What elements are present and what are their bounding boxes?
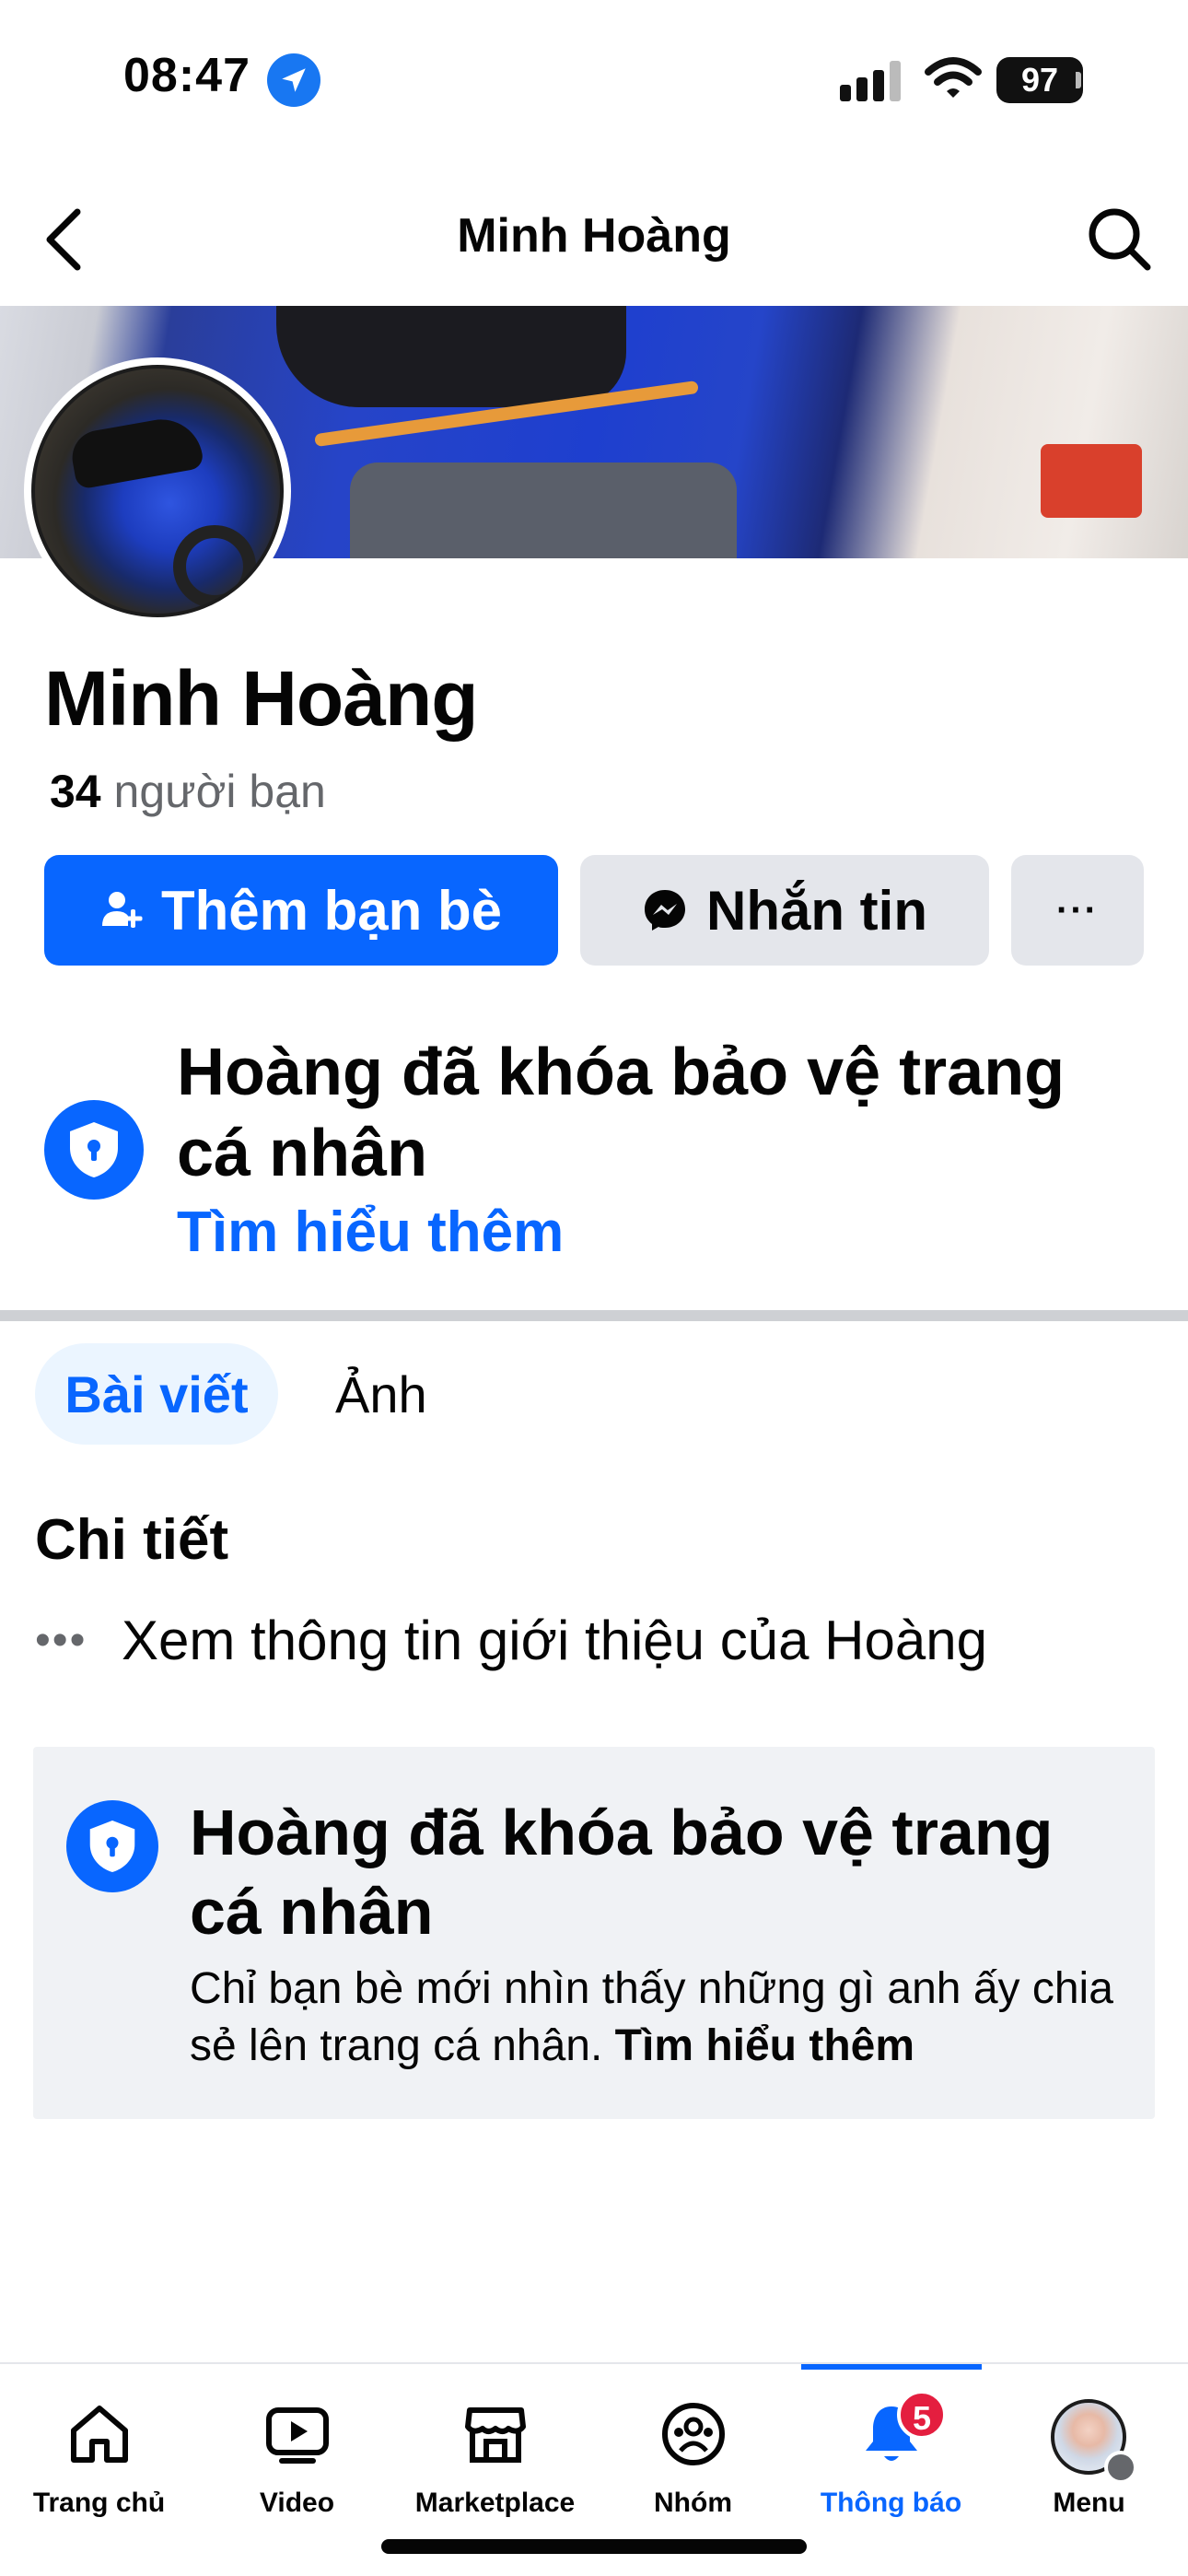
profile-name: Minh Hoàng	[44, 655, 479, 742]
shield-lock-icon	[44, 1100, 144, 1200]
nav-menu[interactable]: Menu	[990, 2383, 1188, 2521]
nav-groups[interactable]: Nhóm	[594, 2383, 792, 2521]
video-icon	[266, 2407, 329, 2464]
add-friend-icon	[100, 889, 143, 931]
notification-badge: 5	[897, 2390, 947, 2440]
groups-icon	[662, 2403, 725, 2465]
home-icon	[71, 2406, 128, 2463]
status-bar: 08:47 97	[0, 0, 1188, 157]
nav-video-label: Video	[259, 2488, 335, 2518]
profile-avatar[interactable]	[24, 357, 291, 625]
card-title: Hoàng đã khóa bảo vệ trang cá nhân	[190, 1797, 1054, 1948]
shield-lock-icon	[66, 1800, 158, 1892]
nav-home[interactable]: Trang chủ	[0, 2383, 198, 2521]
location-arrow-icon	[267, 53, 320, 107]
top-header: Minh Hoàng	[0, 175, 1188, 304]
about-info-text: Xem thông tin giới thiệu của Hoàng	[122, 1609, 987, 1671]
more-options-button[interactable]: ···	[1011, 855, 1144, 966]
details-heading: Chi tiết	[35, 1508, 229, 1572]
tab-photos[interactable]: Ảnh	[335, 1343, 427, 1445]
wifi-icon	[925, 57, 982, 104]
avatar-image	[31, 365, 284, 617]
about-info-row[interactable]: ••• Xem thông tin giới thiệu của Hoàng	[35, 1603, 987, 1677]
tab-posts[interactable]: Bài viết	[35, 1343, 278, 1445]
active-tab-indicator	[801, 2364, 982, 2370]
nav-groups-label: Nhóm	[654, 2488, 732, 2518]
section-divider	[0, 1310, 1188, 1321]
add-friend-button[interactable]: Thêm bạn bè	[44, 855, 558, 966]
message-label: Nhắn tin	[706, 879, 927, 942]
add-friend-label: Thêm bạn bè	[160, 879, 503, 942]
card-learn-more-link[interactable]: Tìm hiểu thêm	[615, 2021, 914, 2070]
nav-notifications-label: Thông báo	[820, 2488, 962, 2518]
cellular-signal-icon	[840, 61, 904, 101]
message-button[interactable]: Nhắn tin	[580, 855, 989, 966]
marketplace-icon	[465, 2407, 526, 2463]
status-time: 08:47	[123, 49, 250, 102]
friend-count-label: người bạn	[113, 766, 326, 817]
friend-count-number: 34	[50, 766, 101, 817]
nav-marketplace-label: Marketplace	[414, 2488, 576, 2518]
nav-menu-label: Menu	[1053, 2488, 1125, 2518]
battery-level: 97	[996, 57, 1083, 103]
nav-home-label: Trang chủ	[32, 2488, 166, 2518]
nav-video[interactable]: Video	[198, 2383, 396, 2521]
locked-profile-card: Hoàng đã khóa bảo vệ trang cá nhân Chỉ b…	[33, 1747, 1155, 2119]
messenger-icon	[642, 887, 688, 933]
more-dots-icon: ···	[1056, 889, 1099, 931]
nav-marketplace[interactable]: Marketplace	[396, 2383, 594, 2521]
home-indicator	[381, 2539, 807, 2554]
battery-tip	[1076, 72, 1081, 88]
nav-notifications[interactable]: 5 Thông báo	[792, 2383, 990, 2521]
header-title: Minh Hoàng	[457, 209, 731, 263]
learn-more-link[interactable]: Tìm hiểu thêm	[177, 1200, 564, 1265]
more-dots-icon: •••	[35, 1615, 87, 1665]
search-button[interactable]	[1083, 203, 1157, 276]
search-icon	[1089, 208, 1151, 271]
card-description: Chỉ bạn bè mới nhìn thấy những gì anh ấy…	[190, 1961, 1129, 2075]
locked-profile-title: Hoàng đã khóa bảo vệ trang cá nhân	[177, 1036, 1066, 1190]
menu-badge-icon	[1104, 2451, 1137, 2484]
friend-count[interactable]: 34 người bạn	[50, 765, 326, 818]
